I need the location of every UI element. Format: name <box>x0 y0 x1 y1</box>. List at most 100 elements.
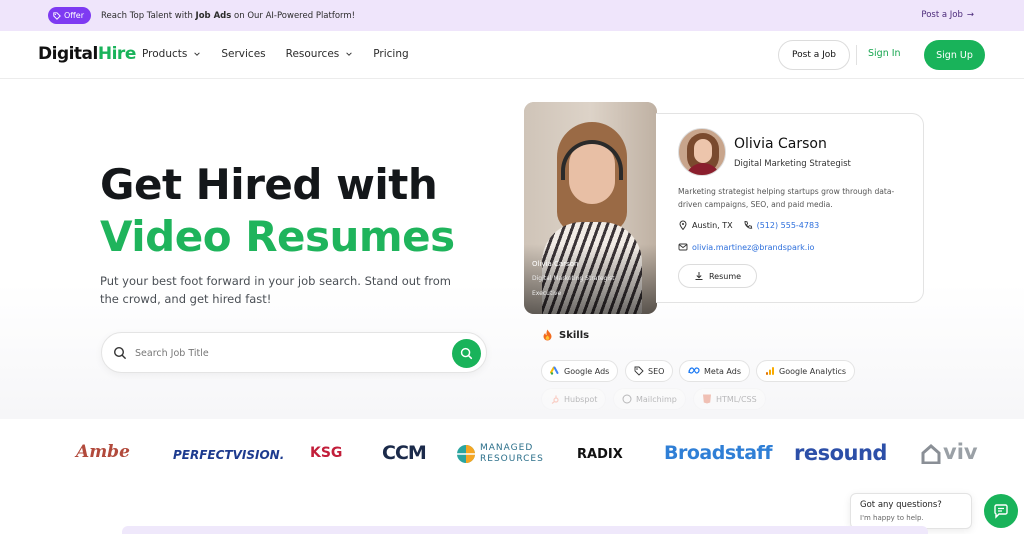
skills-title: Skills <box>559 329 590 341</box>
menu-services-label: Services <box>221 48 266 60</box>
fire-icon <box>543 329 552 341</box>
skill-label: SEO <box>648 366 665 376</box>
avatar-face <box>694 139 712 163</box>
chat-prompt-title: Got any questions? <box>860 500 942 510</box>
video-role: Digital Marketing Strategist <box>532 275 615 282</box>
menu-products-label: Products <box>142 48 188 60</box>
menu-pricing-label: Pricing <box>373 48 409 60</box>
logo-ambe: Ambe <box>76 442 130 462</box>
skill-chip-html-css[interactable]: HTML/CSS <box>693 388 766 410</box>
next-section-edge <box>122 526 928 534</box>
managed-resources-mark <box>457 445 475 463</box>
profile-email-link[interactable]: olivia.martinez@brandspark.io <box>692 243 814 252</box>
skill-chip-hubspot[interactable]: Hubspot <box>541 388 607 410</box>
logo[interactable]: DigitalHire <box>38 44 136 64</box>
video-level: Executive <box>532 290 562 297</box>
logo-resources: RESOURCES <box>480 454 544 464</box>
menu-pricing[interactable]: Pricing <box>373 48 408 60</box>
mailchimp-icon <box>622 394 632 404</box>
search-icon <box>460 347 473 360</box>
offer-badge-label: Offer <box>64 11 85 20</box>
profile-email-row: olivia.martinez@brandspark.io <box>678 242 814 252</box>
chevron-down-icon <box>346 52 352 56</box>
hero-title-line1: Get Hired with <box>100 160 438 209</box>
avatar <box>678 128 726 176</box>
offer-badge: Offer <box>48 7 92 24</box>
skills-heading: Skills <box>542 329 589 341</box>
job-search-input[interactable] <box>135 343 435 363</box>
promo-text-post: on Our AI-Powered Platform! <box>231 10 356 21</box>
logo-managed: MANAGED <box>480 443 534 453</box>
post-job-button[interactable]: Post a Job <box>778 40 850 70</box>
skill-chip-seo[interactable]: SEO <box>625 360 674 382</box>
chat-prompt-bubble[interactable]: Got any questions? I'm happy to help. <box>850 493 972 529</box>
viv-house-mark <box>921 444 941 464</box>
logo-text-b: Hire <box>97 44 136 64</box>
skill-chip-meta-ads[interactable]: Meta Ads <box>679 360 750 382</box>
hero-title-line2: Video Resumes <box>100 212 455 261</box>
menu-resources[interactable]: Resources <box>286 48 354 60</box>
chat-bubble-icon <box>994 504 1008 519</box>
tag-icon <box>53 11 61 20</box>
phone-icon <box>744 220 752 229</box>
resume-button-label: Resume <box>708 271 742 281</box>
tag-icon <box>634 366 644 376</box>
hero-subtitle: Put your best foot forward in your job s… <box>100 274 451 306</box>
analytics-icon <box>766 367 774 375</box>
skill-label: Hubspot <box>564 394 598 404</box>
profile-role: Digital Marketing Strategist <box>734 159 851 169</box>
promo-text-pre: Reach Top Talent with <box>101 10 196 21</box>
google-ads-icon <box>550 366 559 375</box>
skill-label: Google Ads <box>564 366 610 376</box>
arrow-right-icon: → <box>966 10 974 20</box>
chat-launcher-button[interactable] <box>984 494 1018 528</box>
profile-phone-link[interactable]: (512) 555-4783 <box>757 221 820 230</box>
resume-download-button[interactable]: Resume <box>678 264 757 288</box>
download-icon <box>695 272 703 280</box>
promo-banner: Offer Reach Top Talent with Job Ads on O… <box>0 0 1024 31</box>
profile-contact-row: Austin, TX (512) 555-4783 <box>678 220 819 230</box>
video-resume-player[interactable]: Olivia Carson Digital Marketing Strategi… <box>524 102 657 314</box>
skill-label: Mailchimp <box>636 394 677 404</box>
promo-text-bold: Job Ads <box>195 10 232 21</box>
promo-text: Reach Top Talent with Job Ads on Our AI-… <box>101 11 355 21</box>
logo-viv: viv <box>943 440 978 464</box>
nav-divider <box>856 45 857 65</box>
profile-description: Marketing strategist helping startups gr… <box>678 187 895 209</box>
menu-services[interactable]: Services <box>221 48 265 60</box>
search-icon <box>113 346 126 359</box>
html5-icon <box>703 394 711 404</box>
menu-products[interactable]: Products <box>142 48 201 60</box>
meta-icon <box>688 367 700 374</box>
location-pin-icon <box>679 220 687 230</box>
sign-up-button[interactable]: Sign Up <box>924 40 985 70</box>
logo-resound: resound <box>794 441 887 465</box>
logo-ccm: CCM <box>382 442 427 464</box>
hubspot-icon <box>551 395 559 404</box>
job-search-bar <box>101 332 487 373</box>
skill-label: Meta Ads <box>704 366 741 376</box>
chat-prompt-subtitle: I'm happy to help. <box>860 514 924 522</box>
skill-chip-google-analytics[interactable]: Google Analytics <box>756 360 856 382</box>
skill-label: HTML/CSS <box>716 394 757 404</box>
top-nav: DigitalHire Products Services Resources … <box>0 31 1024 79</box>
logo-radix: RADIX <box>577 447 623 462</box>
chevron-down-icon <box>194 52 201 56</box>
promo-post-job-link[interactable]: Post a Job → <box>921 10 974 20</box>
search-submit-button[interactable] <box>452 339 481 368</box>
logo-ksg: KSG <box>310 445 343 461</box>
promo-link-label: Post a Job <box>921 10 963 20</box>
skill-chip-google-ads[interactable]: Google Ads <box>541 360 619 382</box>
skill-label: Google Analytics <box>779 366 847 376</box>
video-name: Olivia Carson <box>532 260 579 268</box>
profile-name: Olivia Carson <box>734 136 827 152</box>
logo-text-a: Digital <box>38 44 98 64</box>
skill-chip-mailchimp[interactable]: Mailchimp <box>613 388 686 410</box>
profile-location: Austin, TX <box>692 220 733 230</box>
logo-perfectvision: PERFECTVISION. <box>173 448 285 462</box>
main-menu: Products Services Resources Pricing <box>142 48 409 60</box>
client-logos-strip: Ambe PERFECTVISION. KSG CCM MANAGED RESO… <box>0 430 1024 480</box>
logo-broadstaff: Broadstaff <box>664 442 773 464</box>
mail-icon <box>678 243 688 251</box>
sign-in-link[interactable]: Sign In <box>868 48 901 59</box>
